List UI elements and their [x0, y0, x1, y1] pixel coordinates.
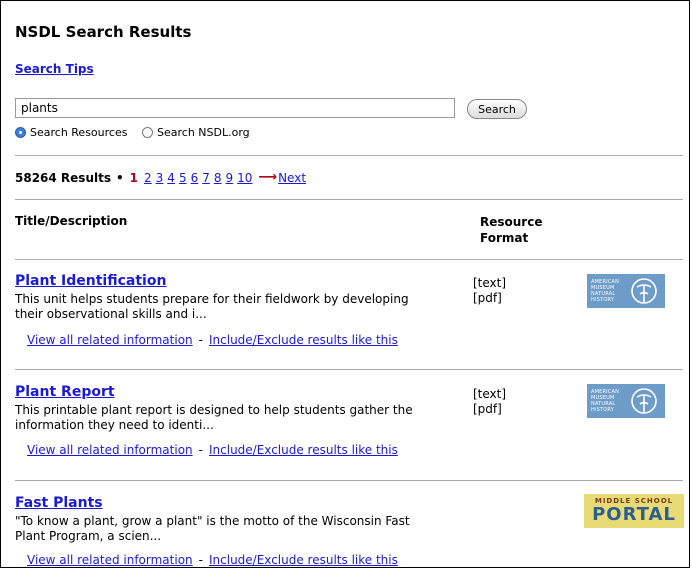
radio-label: Search NSDL.org [157, 126, 250, 139]
scope-search-nsdl[interactable]: Search NSDL.org [142, 126, 250, 139]
view-related-link[interactable]: View all related information [27, 333, 193, 347]
logo-main-text: PORTAL [592, 504, 676, 525]
divider [15, 199, 683, 200]
result-description-line: "To know a plant, grow a plant" is the m… [15, 514, 410, 528]
column-header-title: Title/Description [15, 214, 128, 228]
column-header-format-line: Resource [480, 215, 543, 229]
results-count: 58264 Results [15, 170, 111, 185]
separator: - [198, 333, 203, 347]
column-header-format: Resource Format [480, 214, 542, 246]
search-tips-link[interactable]: Search Tips [15, 62, 94, 76]
result-description: This unit helps students prepare for the… [15, 292, 470, 322]
result-description: This printable plant report is designed … [15, 403, 470, 433]
separator: - [198, 443, 203, 457]
scope-search-resources[interactable]: Search Resources [15, 126, 127, 139]
page-link-2[interactable]: 2 [144, 171, 152, 185]
page-link-3[interactable]: 3 [156, 171, 164, 185]
amnh-emblem-icon [631, 388, 657, 414]
result-description-line: This printable plant report is designed … [15, 403, 413, 417]
middle-school-portal-logo: MIDDLE SCHOOL PORTAL [584, 494, 684, 528]
result-description-line: their observational skills and i... [15, 307, 207, 321]
radio-unselected[interactable] [142, 127, 153, 138]
bullet: • [115, 170, 124, 185]
results-pagination: 58264 Results • 1 2 3 4 5 6 7 8 9 10 ⟶ N… [15, 170, 306, 185]
page-link-5[interactable]: 5 [179, 171, 187, 185]
result-title-link[interactable]: Plant Report [15, 384, 115, 400]
radio-selected[interactable] [15, 127, 26, 138]
result-actions: View all related information - Include/Exc… [27, 443, 398, 457]
format-text: [text] [473, 276, 507, 290]
divider [15, 480, 683, 481]
page-link-4[interactable]: 4 [167, 171, 175, 185]
page-link-7[interactable]: 7 [202, 171, 210, 185]
next-page-link[interactable]: Next [278, 171, 306, 185]
logo-line: HISTORY [591, 297, 615, 303]
amnh-logo: AMERICAN MUSEUM NATURAL HISTORY [587, 274, 665, 308]
result-description-line: Plant Program, a scien... [15, 529, 162, 543]
current-page: 1 [129, 170, 139, 185]
search-input[interactable] [15, 98, 455, 118]
result-description: "To know a plant, grow a plant" is the m… [15, 514, 470, 544]
right-arrow-icon[interactable]: ⟶ [258, 170, 277, 185]
format-text: [text] [473, 387, 507, 401]
format-pdf: [pdf] [473, 291, 502, 305]
result-description-line: information they need to identi... [15, 418, 214, 432]
view-related-link[interactable]: View all related information [27, 443, 193, 457]
result-actions: View all related information - Include/Exc… [27, 333, 398, 347]
result-title-link[interactable]: Fast Plants [15, 495, 103, 511]
divider [15, 259, 683, 260]
column-header-format-line: Format [480, 231, 529, 245]
result-actions: View all related information - Include/Exc… [27, 553, 398, 567]
search-button[interactable]: Search [467, 99, 527, 119]
page-link-10[interactable]: 10 [237, 171, 252, 185]
include-exclude-link[interactable]: Include/Exclude results like this [209, 553, 398, 567]
result-title-link[interactable]: Plant Identification [15, 273, 166, 289]
view-related-link[interactable]: View all related information [27, 553, 193, 567]
divider [15, 369, 683, 370]
page-title: NSDL Search Results [15, 23, 192, 41]
include-exclude-link[interactable]: Include/Exclude results like this [209, 333, 398, 347]
page-link-9[interactable]: 9 [226, 171, 234, 185]
result-formats: [text] [pdf] [473, 276, 506, 306]
radio-label: Search Resources [30, 126, 128, 139]
search-results-page: NSDL Search Results Search Tips Search S… [0, 0, 690, 568]
page-link-6[interactable]: 6 [191, 171, 199, 185]
result-description-line: This unit helps students prepare for the… [15, 292, 409, 306]
amnh-logo-text: AMERICAN MUSEUM NATURAL HISTORY [591, 279, 619, 303]
divider [15, 155, 683, 156]
amnh-logo: AMERICAN MUSEUM NATURAL HISTORY [587, 384, 665, 418]
include-exclude-link[interactable]: Include/Exclude results like this [209, 443, 398, 457]
separator: - [198, 553, 203, 567]
result-formats: [text] [pdf] [473, 387, 506, 417]
logo-line: HISTORY [591, 407, 615, 413]
amnh-emblem-icon [631, 278, 657, 304]
format-pdf: [pdf] [473, 402, 502, 416]
page-link-8[interactable]: 8 [214, 171, 222, 185]
amnh-logo-text: AMERICAN MUSEUM NATURAL HISTORY [591, 389, 619, 413]
